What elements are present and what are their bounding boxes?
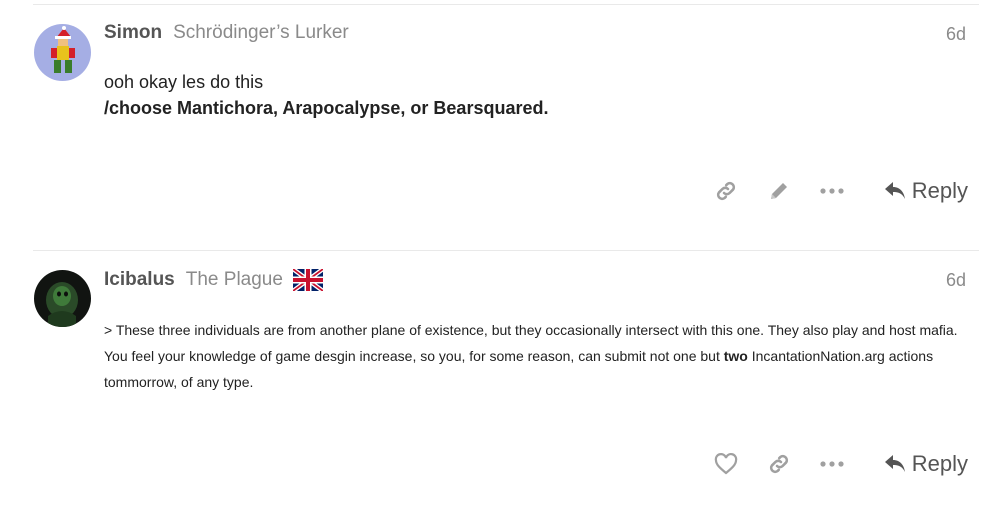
avatar[interactable] bbox=[34, 24, 91, 81]
link-icon[interactable] bbox=[766, 451, 792, 477]
post-actions: Reply bbox=[713, 176, 968, 206]
post-command-text: /choose Mantichora, Arapocalypse, or Bea… bbox=[104, 98, 549, 118]
post-divider bbox=[33, 250, 979, 251]
post-body: > These three individuals are from anoth… bbox=[104, 317, 976, 395]
reply-icon bbox=[884, 182, 905, 199]
user-title: The Plague bbox=[185, 269, 283, 290]
post-text-bold: two bbox=[723, 348, 748, 364]
reply-button[interactable]: Reply bbox=[884, 451, 968, 477]
post-text: ooh okay les do this bbox=[104, 72, 264, 92]
reply-button[interactable]: Reply bbox=[884, 178, 968, 204]
post-author: Icibalus The Plague bbox=[104, 267, 325, 293]
username[interactable]: Icibalus bbox=[104, 269, 175, 291]
top-divider bbox=[33, 4, 979, 5]
reply-label: Reply bbox=[911, 451, 968, 476]
link-icon[interactable] bbox=[713, 178, 739, 204]
reply-icon bbox=[884, 455, 905, 472]
avatar[interactable] bbox=[34, 270, 91, 327]
edit-icon[interactable] bbox=[766, 178, 792, 204]
post-date[interactable]: 6d bbox=[946, 270, 966, 291]
reply-label: Reply bbox=[911, 178, 968, 203]
post-actions: Reply bbox=[713, 449, 968, 479]
post-body: ooh okay les do this /choose Mantichora,… bbox=[104, 69, 548, 121]
username[interactable]: Simon bbox=[104, 22, 162, 44]
user-title: Schrödinger’s Lurker bbox=[173, 22, 349, 43]
heart-icon[interactable] bbox=[713, 451, 739, 477]
uk-flag-icon bbox=[291, 267, 325, 293]
post-author: Simon Schrödinger’s Lurker bbox=[104, 22, 349, 44]
more-icon[interactable] bbox=[819, 178, 845, 204]
post-date[interactable]: 6d bbox=[946, 24, 966, 45]
more-icon[interactable] bbox=[819, 451, 845, 477]
